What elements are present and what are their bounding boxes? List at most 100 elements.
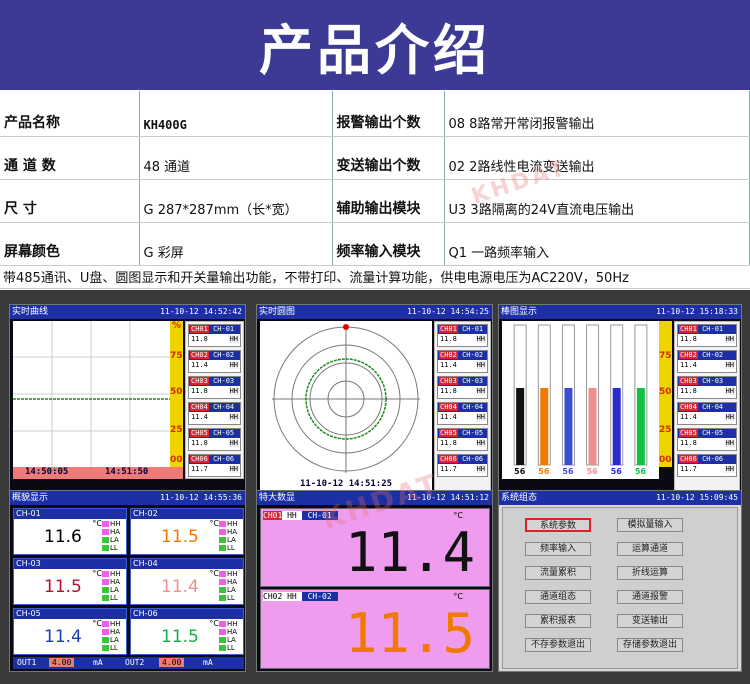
channel-chip: CH03 CH-03 11.8 HH	[437, 376, 488, 399]
screen-title: 特大数显	[259, 493, 296, 503]
channel-chip: CH04 CH-04 11.4 HH	[188, 402, 241, 425]
legend-item: LA	[102, 586, 124, 594]
legend-item: HA	[219, 528, 241, 536]
chip-name: CH-02	[213, 351, 235, 359]
bar	[636, 388, 645, 465]
time-start: 14:50:05	[25, 467, 69, 477]
spec-value: 02 2路线性电流变送输出	[444, 136, 750, 180]
config-button[interactable]: 折线运算	[617, 566, 683, 580]
config-button[interactable]: 运算通道	[617, 542, 683, 556]
cell-channel: CH-03	[14, 559, 126, 569]
legend-item: HA	[219, 578, 241, 586]
cell-value: 11.5	[161, 627, 199, 647]
chip-channel: CH06	[439, 455, 458, 463]
axis-unit: %	[172, 321, 182, 331]
cell-unit: °C	[209, 569, 219, 578]
big-header: CH02 HH CH-02	[263, 592, 338, 601]
spec-value: G 287*287mm（长*宽）	[139, 179, 333, 223]
y-axis: 75 50 25 00	[659, 321, 672, 467]
ch-name: CH-02	[301, 592, 338, 601]
chip-alarm: HH	[724, 439, 735, 447]
config-button[interactable]: 不存参数退出	[525, 638, 591, 652]
spec-label: 尺 寸	[0, 179, 140, 223]
alarm-legend: HH HA LA LL	[102, 520, 124, 552]
tick-label: 75	[659, 351, 672, 361]
unit-label: °C	[453, 592, 463, 601]
legend-item: LA	[219, 586, 241, 594]
bar	[540, 388, 549, 465]
config-button[interactable]: 累积报表	[525, 614, 591, 628]
channel-chip-column: CH01 CH-01 11.8 HH CH02 CH-02 11.4 HH CH03 CH-…	[674, 321, 740, 491]
config-button[interactable]: 通道组态	[525, 590, 591, 604]
config-button[interactable]: 流量累积	[525, 566, 591, 580]
legend-item: HA	[102, 528, 124, 536]
legend-item: HA	[102, 578, 124, 586]
screen-titlebar: 棒图显示 11-10-12 15:18:33	[499, 305, 741, 319]
output-bar: OUT1 4.00 mA OUT2 4.00 mA	[13, 657, 244, 669]
feature-note: 带485通讯、U盘、圆图显示和开关量输出功能，不带打印、流量计算功能，供电电源电…	[0, 263, 750, 289]
table-row: 尺 寸 G 287*287mm（长*宽） 辅助输出模块 U3 3路隔离的24V直…	[0, 179, 750, 223]
out2-label: OUT2	[125, 658, 145, 667]
config-button[interactable]: 系统参数	[525, 518, 591, 532]
screen-time: 11-10-12 15:09:45	[656, 493, 738, 502]
legend-item: HH	[219, 620, 241, 628]
cell-channel: CH-01	[14, 509, 126, 519]
config-button[interactable]: 变送输出	[617, 614, 683, 628]
alarm-tag: HH	[287, 592, 297, 601]
bar	[516, 388, 525, 465]
overview-cell: CH-04 °C 11.4 HH HA LA LL	[130, 558, 244, 605]
chip-channel: CH05	[679, 429, 698, 437]
screen-title: 实时曲线	[12, 307, 49, 317]
config-button[interactable]: 频率输入	[525, 542, 591, 556]
chip-name: CH-02	[462, 351, 484, 359]
out2-value: 4.00	[159, 658, 185, 667]
legend-item: LA	[219, 636, 241, 644]
channel-chip: CH04 CH-04 11.4 HH	[437, 402, 488, 425]
chip-name: CH-02	[702, 351, 724, 359]
legend-label: HA	[110, 628, 121, 636]
legend-label: HH	[110, 570, 121, 578]
legend-item: HH	[219, 570, 241, 578]
channel-chip: CH02 CH-02 11.4 HH	[677, 350, 737, 373]
channel-chip-column: CH01 CH-01 11.8 HH CH02 CH-02 11.4 HH CH03 CH-…	[185, 321, 244, 479]
chip-channel: CH03	[190, 377, 209, 385]
bar-label: 56	[634, 467, 646, 476]
cell-channel: CH-05	[14, 609, 126, 619]
out1-label: OUT1	[17, 658, 37, 667]
chip-channel: CH01	[190, 325, 209, 333]
legend-label: HH	[110, 520, 121, 528]
screen-time: 11-10-12 14:54:25	[407, 307, 489, 316]
out2-unit: mA	[203, 658, 213, 667]
realtime-curve-screen: 实时曲线 11-10-12 14:52:42 % 75 50 25 00 14:5…	[9, 304, 246, 494]
legend-label: HH	[227, 520, 238, 528]
chip-channel: CH02	[190, 351, 209, 359]
legend-label: HA	[227, 528, 238, 536]
tick-label: 75	[170, 351, 183, 361]
overview-cell: CH-05 °C 11.4 HH HA LA LL	[13, 608, 127, 655]
tick-label: 00	[170, 455, 183, 465]
config-button[interactable]: 存储参数退出	[617, 638, 683, 652]
chip-alarm: HH	[228, 413, 239, 421]
screen-title: 实时圆图	[259, 307, 296, 317]
config-button[interactable]: 模拟量输入	[617, 518, 683, 532]
cell-unit: °C	[209, 619, 219, 628]
spec-label: 产品名称	[0, 91, 140, 137]
chip-alarm: HH	[475, 361, 486, 369]
cell-channel: CH-04	[131, 559, 243, 569]
big-header: CH01 HH CH-01	[263, 511, 338, 520]
legend-label: LL	[227, 544, 235, 552]
spec-value: 08 8路常开常闭报警输出	[444, 91, 750, 137]
channel-chip: CH02 CH-02 11.4 HH	[437, 350, 488, 373]
config-button[interactable]: 通道报警	[617, 590, 683, 604]
cell-value: 11.4	[44, 627, 82, 647]
screenshot-panel: 实时曲线 11-10-12 14:52:42 % 75 50 25 00 14:5…	[0, 290, 750, 684]
screen-title: 棒图显示	[501, 307, 538, 317]
screen-time: 11-10-12 14:55:36	[160, 493, 242, 502]
channel-chip: CH06 CH-06 11.7 HH	[188, 454, 241, 477]
cell-value: 11.4	[161, 577, 199, 597]
circle-graph	[272, 324, 420, 473]
legend-item: LL	[102, 644, 124, 652]
screen-time: 11-10-12 15:18:33	[656, 307, 738, 316]
channel-chip: CH01 CH-01 11.8 HH	[677, 324, 737, 347]
chip-channel: CH04	[439, 403, 458, 411]
